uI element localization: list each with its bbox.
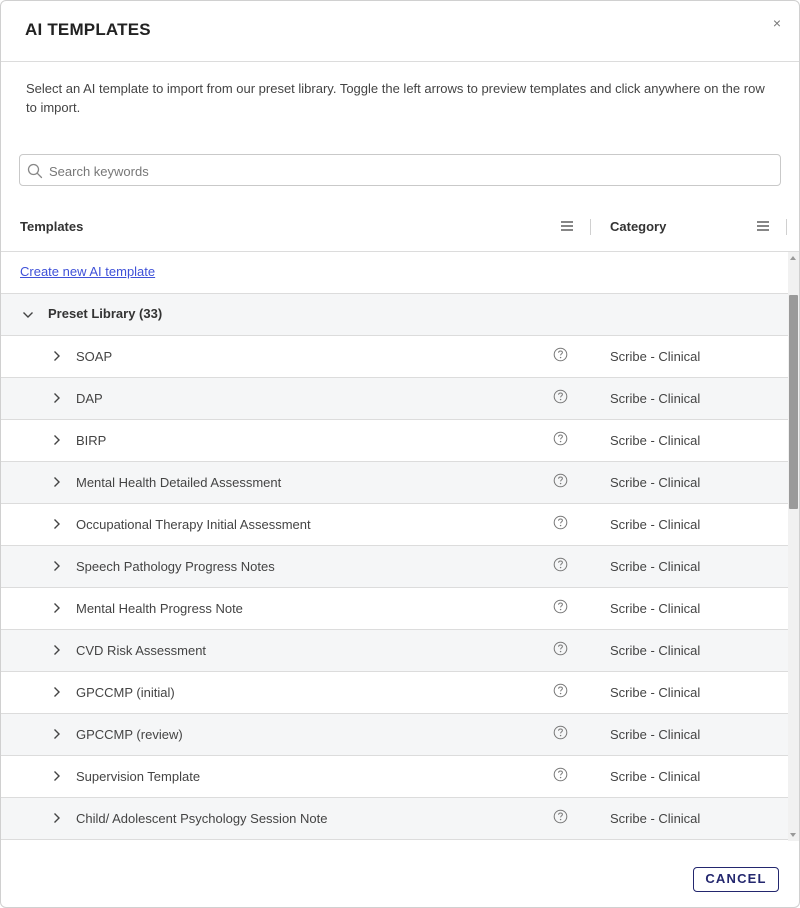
scrollbar[interactable] <box>788 252 799 841</box>
template-category: Scribe - Clinical <box>610 643 701 658</box>
template-name: BIRP <box>76 433 107 448</box>
chevron-right-icon[interactable] <box>51 350 63 362</box>
template-category: Scribe - Clinical <box>610 433 701 448</box>
template-name: GPCCMP (initial) <box>76 685 175 700</box>
help-circle-icon[interactable] <box>553 809 568 824</box>
table-row[interactable]: Mental Health Detailed Assessment Scribe … <box>1 462 788 504</box>
templates-grid: Create new AI template Preset Library (3… <box>1 252 788 841</box>
table-row[interactable]: Supervision Template Scribe - Clinical <box>1 756 788 798</box>
search-icon <box>27 163 43 179</box>
help-circle-icon[interactable] <box>553 683 568 698</box>
group-row-preset-library[interactable]: Preset Library (33) <box>1 294 788 336</box>
search-box <box>19 154 781 186</box>
create-row: Create new AI template <box>1 252 788 294</box>
column-menu-icon[interactable] <box>560 220 574 232</box>
chevron-right-icon[interactable] <box>51 560 63 572</box>
help-circle-icon[interactable] <box>553 557 568 572</box>
chevron-right-icon[interactable] <box>51 518 63 530</box>
dialog-description: Select an AI template to import from our… <box>26 81 765 115</box>
template-category: Scribe - Clinical <box>610 517 701 532</box>
scroll-thumb[interactable] <box>789 295 798 509</box>
template-name: SOAP <box>76 349 113 364</box>
help-circle-icon[interactable] <box>553 389 568 404</box>
template-name: Speech Pathology Progress Notes <box>76 559 275 574</box>
table-row[interactable]: Child/ Adolescent Psychology Session Not… <box>1 798 788 840</box>
group-label: Preset Library (33) <box>48 306 163 321</box>
chevron-right-icon[interactable] <box>51 602 63 614</box>
chevron-right-icon[interactable] <box>51 434 63 446</box>
table-header: Templates Category <box>1 201 799 252</box>
table-row[interactable]: Mental Health Progress Note Scribe - Clin… <box>1 588 788 630</box>
search-input[interactable] <box>47 156 771 186</box>
template-name: Mental Health Detailed Assessment <box>76 475 282 490</box>
table-row[interactable]: BIRP Scribe - Clinical <box>1 420 788 462</box>
template-category: Scribe - Clinical <box>610 601 701 616</box>
column-resize-handle[interactable] <box>590 219 591 235</box>
help-circle-icon[interactable] <box>553 347 568 362</box>
template-name: GPCCMP (review) <box>76 727 183 742</box>
template-name: CVD Risk Assessment <box>76 643 207 658</box>
chevron-right-icon[interactable] <box>51 812 63 824</box>
chevron-right-icon[interactable] <box>51 644 63 656</box>
column-resize-handle[interactable] <box>786 219 787 235</box>
table-row[interactable]: CVD Risk Assessment Scribe - Clinical <box>1 630 788 672</box>
template-name: DAP <box>76 391 103 406</box>
help-circle-icon[interactable] <box>553 767 568 782</box>
template-name: Occupational Therapy Initial Assessment <box>76 517 311 532</box>
template-name: Child/ Adolescent Psychology Session Not… <box>76 811 328 826</box>
chevron-right-icon[interactable] <box>51 728 63 740</box>
cancel-button[interactable]: CANCEL <box>693 867 779 892</box>
table-row[interactable]: GPCCMP (review) Scribe - Clinical <box>1 714 788 756</box>
template-category: Scribe - Clinical <box>610 391 701 406</box>
create-template-link[interactable]: Create new AI template <box>20 264 155 279</box>
table-row[interactable]: DAP Scribe - Clinical <box>1 378 788 420</box>
help-circle-icon[interactable] <box>553 725 568 740</box>
chevron-right-icon[interactable] <box>51 476 63 488</box>
chevron-right-icon[interactable] <box>51 770 63 782</box>
column-header-templates[interactable]: Templates <box>20 219 83 234</box>
table-row[interactable]: Speech Pathology Progress Notes Scribe - … <box>1 546 788 588</box>
table-row[interactable]: GPCCMP (initial) Scribe - Clinical <box>1 672 788 714</box>
template-category: Scribe - Clinical <box>610 475 701 490</box>
table-row[interactable]: Occupational Therapy Initial Assessment S… <box>1 504 788 546</box>
template-category: Scribe - Clinical <box>610 559 701 574</box>
scroll-up-arrow[interactable] <box>790 256 796 260</box>
template-category: Scribe - Clinical <box>610 769 701 784</box>
dialog-header: AI TEMPLATES × <box>1 1 799 62</box>
chevron-right-icon[interactable] <box>51 686 63 698</box>
chevron-down-icon[interactable] <box>22 309 34 321</box>
dialog-title: AI TEMPLATES <box>25 20 151 39</box>
help-circle-icon[interactable] <box>553 431 568 446</box>
template-category: Scribe - Clinical <box>610 811 701 826</box>
help-circle-icon[interactable] <box>553 473 568 488</box>
template-category: Scribe - Clinical <box>610 727 701 742</box>
column-header-category[interactable]: Category <box>610 219 666 234</box>
help-circle-icon[interactable] <box>553 641 568 656</box>
template-category: Scribe - Clinical <box>610 349 701 364</box>
scroll-down-arrow[interactable] <box>790 833 796 837</box>
column-menu-icon[interactable] <box>756 220 770 232</box>
table-row[interactable]: SOAP Scribe - Clinical <box>1 336 788 378</box>
chevron-right-icon[interactable] <box>51 392 63 404</box>
help-circle-icon[interactable] <box>553 599 568 614</box>
help-circle-icon[interactable] <box>553 515 568 530</box>
close-icon[interactable]: × <box>769 15 785 31</box>
template-category: Scribe - Clinical <box>610 685 701 700</box>
template-name: Supervision Template <box>76 769 201 784</box>
template-name: Mental Health Progress Note <box>76 601 243 616</box>
ai-templates-dialog: AI TEMPLATES × Select an AI template to … <box>0 0 800 908</box>
